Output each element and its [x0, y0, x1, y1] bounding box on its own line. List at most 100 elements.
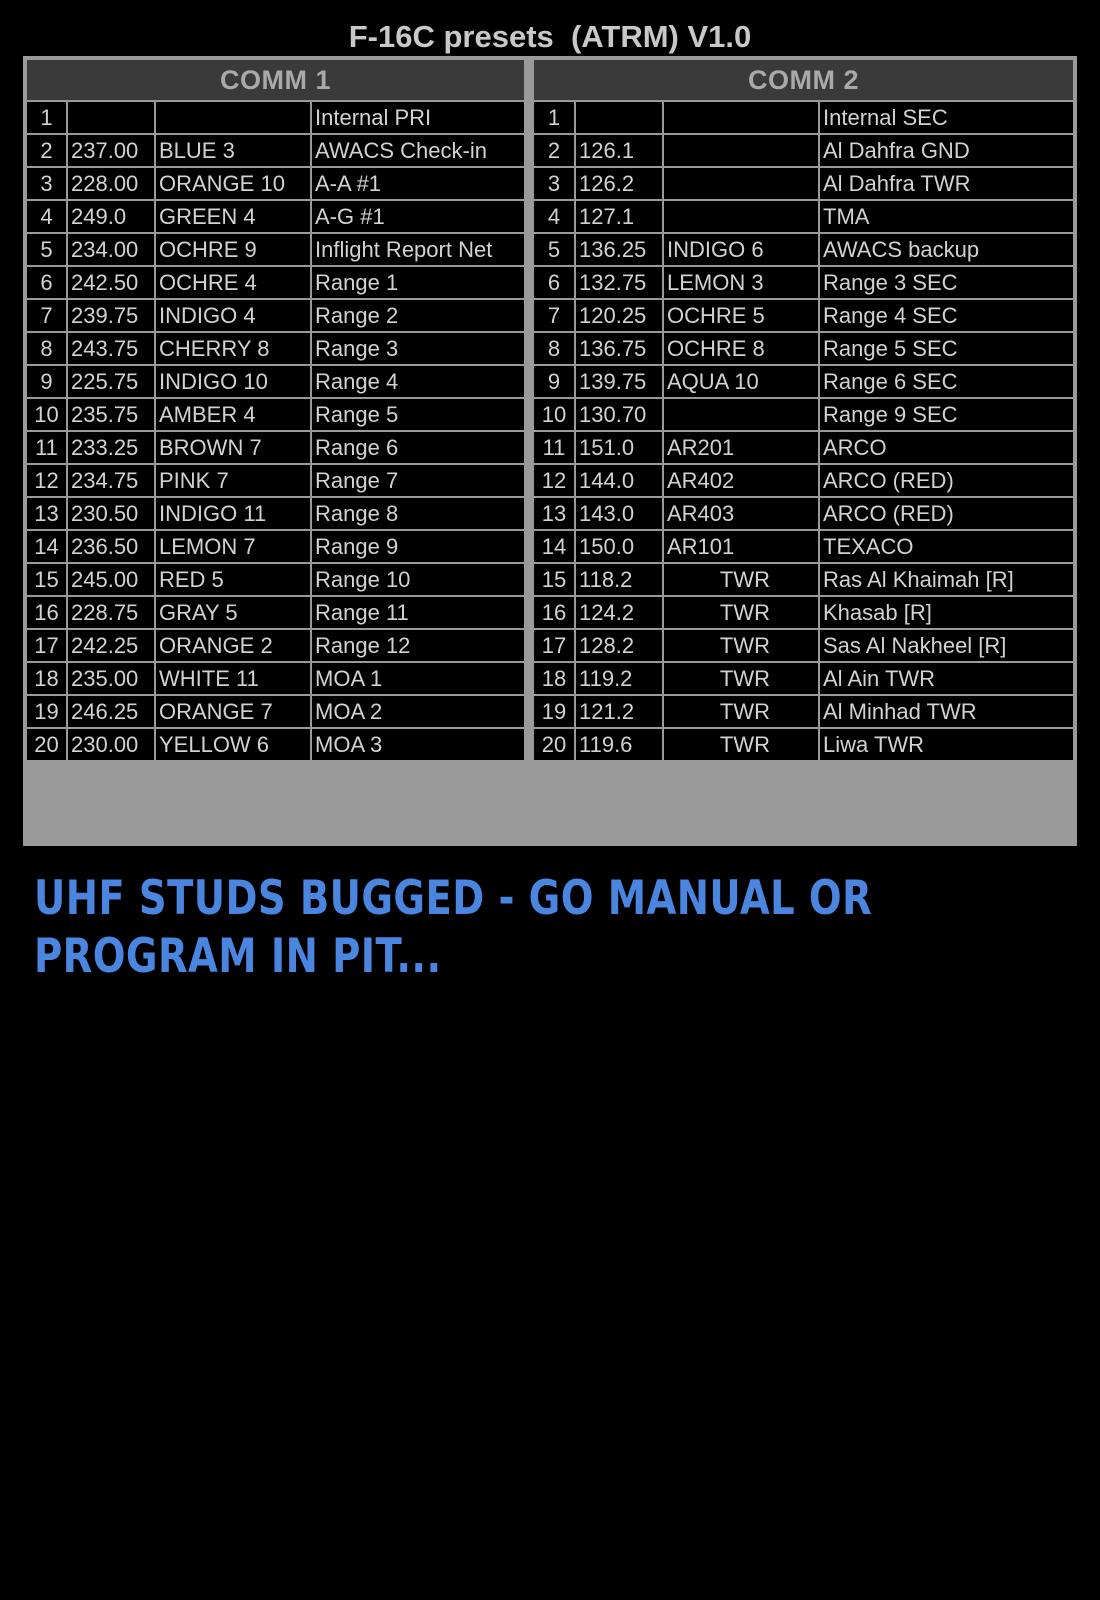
comm1-preset-number-cell: 17 — [26, 629, 67, 662]
table-row: 11 233.25 BROWN 7 Range 6 — [26, 431, 525, 464]
comm1-preset-number-cell: 12 — [26, 464, 67, 497]
comm1-preset-number-cell: 8 — [26, 332, 67, 365]
comm1-callsign-cell: INDIGO 11 — [155, 497, 311, 530]
comm2-frequency-cell: 128.2 — [575, 629, 663, 662]
table-row: 9 225.75 INDIGO 10 Range 4 — [26, 365, 525, 398]
comm2-description-cell: Al Dahfra TWR — [819, 167, 1074, 200]
comm2-description-cell: Internal SEC — [819, 101, 1074, 134]
comm1-preset-number-cell: 7 — [26, 299, 67, 332]
table-row: 6 242.50 OCHRE 4 Range 1 — [26, 266, 525, 299]
comm2-description-cell: Range 3 SEC — [819, 266, 1074, 299]
comm2-description-cell: Range 9 SEC — [819, 398, 1074, 431]
comm1-description-cell: Range 10 — [311, 563, 525, 596]
comm1-preset-number-cell: 5 — [26, 233, 67, 266]
comm1-description-cell: Range 6 — [311, 431, 525, 464]
comm2-preset-number-cell: 5 — [533, 233, 575, 266]
comm1-description-cell: AWACS Check-in — [311, 134, 525, 167]
comm2-preset-number-cell: 8 — [533, 332, 575, 365]
comm2-frequency-cell: 132.75 — [575, 266, 663, 299]
comm2-callsign-cell: AQUA 10 — [663, 365, 819, 398]
comm1-preset-number-cell: 20 — [26, 728, 67, 761]
comm2-description-cell: Range 4 SEC — [819, 299, 1074, 332]
table-row: 18 119.2 TWR Al Ain TWR — [533, 662, 1074, 695]
comm2-callsign-cell: AR101 — [663, 530, 819, 563]
comm2-description-cell: Khasab [R] — [819, 596, 1074, 629]
comm2-preset-number-cell: 18 — [533, 662, 575, 695]
comm1-description-cell: Range 12 — [311, 629, 525, 662]
comm1-description-cell: Range 3 — [311, 332, 525, 365]
comm1-callsign-cell: YELLOW 6 — [155, 728, 311, 761]
comm2-frequency-cell: 118.2 — [575, 563, 663, 596]
comm1-callsign-cell: BROWN 7 — [155, 431, 311, 464]
comm2-frequency-cell: 120.25 — [575, 299, 663, 332]
comm2-rows: 1 Internal SEC 2 126.1 Al Dahfra GND 3 126.2 Al… — [533, 101, 1074, 761]
comm1-preset-number-cell: 6 — [26, 266, 67, 299]
comm2-callsign-cell: AR201 — [663, 431, 819, 464]
comm1-preset-number-cell: 10 — [26, 398, 67, 431]
comm1-description-cell: MOA 3 — [311, 728, 525, 761]
comm2-callsign-cell: AR403 — [663, 497, 819, 530]
table-row: 17 242.25 ORANGE 2 Range 12 — [26, 629, 525, 662]
comm1-callsign-cell: OCHRE 9 — [155, 233, 311, 266]
table-row: 19 121.2 TWR Al Minhad TWR — [533, 695, 1074, 728]
comm1-frequency-cell: 249.0 — [67, 200, 155, 233]
comm2-callsign-cell — [663, 167, 819, 200]
comm1-frequency-cell — [67, 101, 155, 134]
comm2-frequency-cell: 126.1 — [575, 134, 663, 167]
comm1-callsign-cell: GRAY 5 — [155, 596, 311, 629]
comm1-description-cell: MOA 1 — [311, 662, 525, 695]
comm1-description-cell: Range 1 — [311, 266, 525, 299]
comm2-callsign-cell — [663, 200, 819, 233]
comm1-description-cell: Range 9 — [311, 530, 525, 563]
comm1-frequency-cell: 225.75 — [67, 365, 155, 398]
table-row: 8 136.75 OCHRE 8 Range 5 SEC — [533, 332, 1074, 365]
comm1-preset-number-cell: 2 — [26, 134, 67, 167]
comm1-frequency-cell: 230.00 — [67, 728, 155, 761]
comm2-preset-number-cell: 1 — [533, 101, 575, 134]
table-row: 10 235.75 AMBER 4 Range 5 — [26, 398, 525, 431]
comm1-preset-number-cell: 3 — [26, 167, 67, 200]
comm1-preset-number-cell: 11 — [26, 431, 67, 464]
comm2-preset-number-cell: 16 — [533, 596, 575, 629]
comm1-description-cell: Range 2 — [311, 299, 525, 332]
table-row: 4 249.0 GREEN 4 A-G #1 — [26, 200, 525, 233]
comm2-preset-number-cell: 10 — [533, 398, 575, 431]
comm2-preset-number-cell: 6 — [533, 266, 575, 299]
table-row: 3 126.2 Al Dahfra TWR — [533, 167, 1074, 200]
table-row: 10 130.70 Range 9 SEC — [533, 398, 1074, 431]
comm2-description-cell: Liwa TWR — [819, 728, 1074, 761]
comm1-frequency-cell: 228.00 — [67, 167, 155, 200]
comm1-preset-number-cell: 14 — [26, 530, 67, 563]
comm1-description-cell: A-G #1 — [311, 200, 525, 233]
comm2-frequency-cell: 136.75 — [575, 332, 663, 365]
table-row: 1 Internal PRI — [26, 101, 525, 134]
comm1-description-cell: Range 7 — [311, 464, 525, 497]
comm1-callsign-cell: AMBER 4 — [155, 398, 311, 431]
warning-line-1: UHF STUDS BUGGED - GO MANUAL OR — [34, 871, 873, 926]
comm2-callsign-cell: OCHRE 5 — [663, 299, 819, 332]
comm2-description-cell: TMA — [819, 200, 1074, 233]
comm2-preset-number-cell: 11 — [533, 431, 575, 464]
table-row: 12 234.75 PINK 7 Range 7 — [26, 464, 525, 497]
comm1-frequency-cell: 228.75 — [67, 596, 155, 629]
comm1-frequency-cell: 234.00 — [67, 233, 155, 266]
comm1-frequency-cell: 242.25 — [67, 629, 155, 662]
table-row: 5 234.00 OCHRE 9 Inflight Report Net — [26, 233, 525, 266]
warning-line-2: PROGRAM IN PIT... — [34, 929, 442, 984]
table-row: 14 150.0 AR101 TEXACO — [533, 530, 1074, 563]
comm1-frequency-cell: 235.00 — [67, 662, 155, 695]
comm1-callsign-cell: OCHRE 4 — [155, 266, 311, 299]
comm2-callsign-cell: AR402 — [663, 464, 819, 497]
comm2-description-cell: TEXACO — [819, 530, 1074, 563]
comm2-description-cell: ARCO (RED) — [819, 464, 1074, 497]
table-row: 16 124.2 TWR Khasab [R] — [533, 596, 1074, 629]
table-row: 5 136.25 INDIGO 6 AWACS backup — [533, 233, 1074, 266]
comm2-callsign-cell: TWR — [663, 563, 819, 596]
comm2-frequency-cell: 136.25 — [575, 233, 663, 266]
comm2-preset-number-cell: 4 — [533, 200, 575, 233]
comm1-callsign-cell: ORANGE 2 — [155, 629, 311, 662]
comm2-frequency-cell: 126.2 — [575, 167, 663, 200]
table-row: 17 128.2 TWR Sas Al Nakheel [R] — [533, 629, 1074, 662]
comm1-description-cell: Range 5 — [311, 398, 525, 431]
comm2-callsign-cell: TWR — [663, 596, 819, 629]
